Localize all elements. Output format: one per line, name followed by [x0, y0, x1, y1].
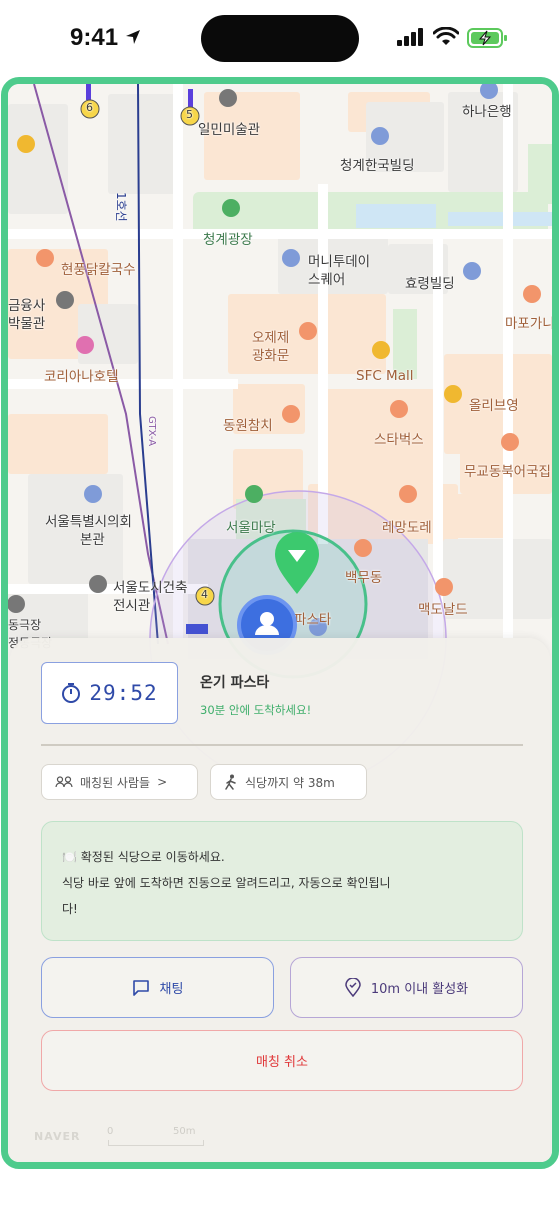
location-arrow-icon: [126, 30, 140, 44]
map-label-dongwon[interactable]: 동원참치: [223, 414, 273, 434]
map-label-mapo[interactable]: 마포가니: [505, 312, 552, 332]
chevron-right-icon: >: [157, 775, 168, 789]
notice-line-2: 식당 바로 앞에 도착하면 진동으로 알려드리고, 자동으로 확인됩니: [62, 876, 391, 890]
activate-button-label: 10m 이내 활성화: [370, 982, 469, 997]
battery-charging-icon: [467, 28, 507, 48]
arrival-notice: 🍽️ 확정된 식당으로 이동하세요. 식당 바로 앞에 도착하면 진동으로 알려…: [41, 821, 523, 941]
location-check-icon: [345, 978, 361, 997]
map-label-line1: 1호선: [114, 192, 128, 222]
chat-button[interactable]: 채팅: [41, 957, 274, 1018]
map-label-hyoryeong[interactable]: 효령빌딩: [405, 272, 455, 292]
walking-distance: 식당까지 약 38m: [210, 764, 367, 800]
arrival-instruction: 30분 안에 도착하세요!: [200, 703, 312, 717]
map-scale-zero: 0: [107, 1126, 114, 1137]
cellular-signal-icon: [397, 28, 423, 46]
map-label-pasta[interactable]: 파스타: [294, 608, 331, 628]
stopwatch-icon: [62, 683, 81, 703]
match-bottom-sheet: 29:52 온기 파스타 30분 안에 도착하세요! 매칭된 사람들 > 식당까…: [10, 638, 550, 1162]
status-bar: 9:41: [0, 0, 560, 78]
timer-value: 29:52: [89, 681, 158, 705]
map-label-ojeje-1[interactable]: 오제제: [252, 326, 289, 346]
map-label-theater[interactable]: 동극장: [8, 616, 41, 633]
map-label-baekmudong[interactable]: 백무동: [345, 566, 382, 586]
map-label-hana-bank[interactable]: 하나은행: [462, 100, 512, 120]
map-label-mugyodong[interactable]: 무교동북어국집: [464, 460, 551, 480]
map-label-money-today-1[interactable]: 머니투데이: [308, 250, 370, 270]
chat-bubble-icon: [132, 979, 149, 996]
map-scale-bar: [108, 1140, 204, 1146]
exit-5-number: 5: [186, 108, 193, 121]
map-label-hyunpung[interactable]: 현풍닭칼국수: [61, 258, 136, 278]
restaurant-name: 온기 파스타: [200, 675, 270, 691]
map-label-museum[interactable]: 일민미술관: [198, 118, 260, 138]
map-label-remang-dore[interactable]: 레망도레: [382, 516, 432, 536]
map-scale-fifty: 50m: [173, 1126, 196, 1137]
dynamic-island: [201, 15, 359, 62]
exit-4-number: 4: [201, 588, 208, 601]
matched-people-label: 매칭된 사람들: [80, 775, 151, 790]
matched-people-button[interactable]: 매칭된 사람들 >: [41, 764, 198, 800]
map-label-cheonggye-plaza[interactable]: 청계광장: [203, 228, 253, 248]
map-label-sfc-mall[interactable]: SFC Mall: [356, 368, 413, 384]
map-label-seoul-council-1[interactable]: 서울특별시의회: [45, 510, 132, 530]
countdown-timer: 29:52: [41, 662, 178, 724]
map-label-architecture-1[interactable]: 서울도시건축: [113, 576, 188, 596]
map-label-seoul-council-2[interactable]: 본관: [80, 528, 105, 548]
map-label-starbucks[interactable]: 스타벅스: [374, 428, 424, 448]
app-frame: 6 5 4 일민미술관 하나은행 청계한국빌딩 청계광장 머니투데이 스퀘어 효…: [1, 77, 559, 1169]
map-label-financial-museum-2[interactable]: 박물관: [8, 312, 45, 332]
map-label-money-today-2[interactable]: 스퀘어: [308, 268, 345, 288]
map-label-seoul-madang[interactable]: 서울마당: [226, 516, 276, 536]
cancel-button-label: 매칭 취소: [256, 1055, 308, 1070]
map-label-ojeje-2[interactable]: 광화문: [252, 344, 289, 364]
chat-button-label: 채팅: [159, 982, 184, 997]
map-label-cheonggye-building[interactable]: 청계한국빌딩: [340, 154, 415, 174]
exit-6-number: 6: [86, 101, 93, 114]
walking-distance-label: 식당까지 약 38m: [245, 775, 335, 790]
naver-logo: NAVER: [34, 1130, 81, 1143]
notice-line-3: 다!: [62, 902, 78, 916]
divider: [41, 744, 523, 746]
map-label-olive-young[interactable]: 올리브영: [469, 394, 519, 414]
people-icon: [55, 776, 73, 788]
walking-icon: [225, 774, 236, 790]
cancel-matching-button[interactable]: 매칭 취소: [41, 1030, 523, 1091]
map-label-koreana-hotel[interactable]: 코리아나호텔: [44, 365, 119, 385]
map-label-mcdonalds[interactable]: 맥도날드: [418, 598, 468, 618]
map-label-financial-museum-1[interactable]: 금융사: [8, 294, 45, 314]
activate-within-10m-button[interactable]: 10m 이내 활성화: [290, 957, 523, 1018]
map-label-architecture-2[interactable]: 전시관: [113, 594, 150, 614]
status-time: 9:41: [70, 24, 119, 51]
map-label-gtx: GTX-A: [146, 416, 157, 447]
destination-pin-icon[interactable]: [273, 532, 321, 596]
wifi-icon: [433, 27, 459, 45]
notice-line-1: 🍽️ 확정된 식당으로 이동하세요.: [62, 850, 225, 864]
